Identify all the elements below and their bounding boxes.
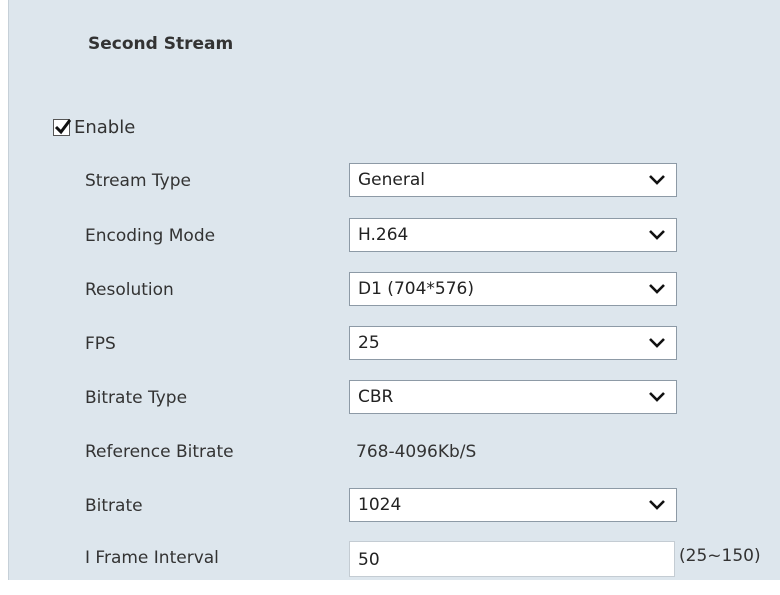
fps-value: 25 [358,333,380,353]
reference-bitrate-label: Reference Bitrate [85,442,234,462]
enable-checkbox[interactable] [53,119,72,136]
encoding-mode-select[interactable]: H.264 [349,218,677,252]
enable-toggle[interactable]: Enable [53,117,135,138]
fps-select[interactable]: 25 [349,326,677,360]
bitrate-select[interactable]: 1024 [349,488,677,522]
section-title: Second Stream [88,34,234,54]
bitrate-type-select[interactable]: CBR [349,380,677,414]
chevron-down-icon [649,284,665,294]
chevron-down-icon [649,500,665,510]
resolution-label: Resolution [85,280,174,300]
reference-bitrate-value: 768-4096Kb/S [356,442,477,462]
bitrate-value: 1024 [358,495,402,515]
bitrate-type-label: Bitrate Type [85,388,188,408]
encoding-mode-value: H.264 [358,225,409,245]
bitrate-type-value: CBR [358,387,394,407]
i-frame-interval-input[interactable]: 50 [349,541,675,577]
checkmark-icon [54,119,72,135]
enable-label: Enable [74,117,136,138]
chevron-down-icon [649,392,665,402]
fps-label: FPS [85,334,116,354]
second-stream-panel: Second Stream Enable Stream Type General… [8,0,780,580]
chevron-down-icon [649,230,665,240]
encoding-mode-label: Encoding Mode [85,226,216,246]
stream-type-value: General [358,170,425,190]
resolution-value: D1 (704*576) [358,279,474,299]
i-frame-interval-range: (25~150) [679,546,761,566]
stream-type-label: Stream Type [85,171,191,191]
i-frame-interval-label: I Frame Interval [85,548,219,568]
bitrate-label: Bitrate [85,496,143,516]
chevron-down-icon [649,338,665,348]
stream-type-select[interactable]: General [349,163,677,197]
chevron-down-icon [649,175,665,185]
i-frame-interval-value: 50 [358,550,380,570]
resolution-select[interactable]: D1 (704*576) [349,272,677,306]
